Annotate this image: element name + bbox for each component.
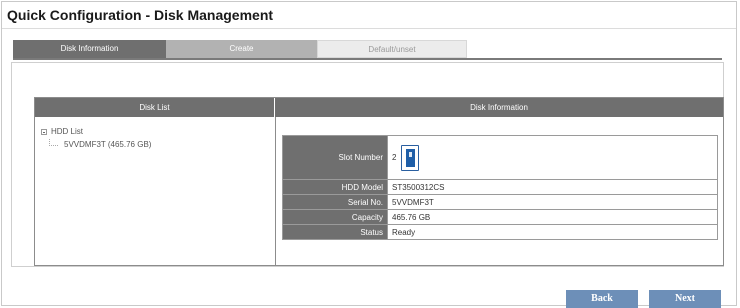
row-capacity: Capacity 465.76 GB xyxy=(282,209,718,225)
tab-default-unset[interactable]: Default/unset xyxy=(317,40,467,58)
disk-info-table: Slot Number 2 HDD Model ST3500312CS Seri… xyxy=(282,135,718,240)
tree-item-disk[interactable]: 5VVDMF3T (465.76 GB) xyxy=(49,139,152,149)
hdd-model-label: HDD Model xyxy=(282,179,388,195)
serial-label: Serial No. xyxy=(282,194,388,210)
tab-create[interactable]: Create xyxy=(166,40,317,58)
row-serial: Serial No. 5VVDMF3T xyxy=(282,194,718,210)
status-label: Status xyxy=(282,224,388,240)
disk-panel: Disk List Disk Information HDD List 5VVD… xyxy=(34,97,724,266)
slot-number-value: 2 xyxy=(392,153,397,162)
slot-number-cell: 2 xyxy=(387,135,718,180)
hdd-model-value: ST3500312CS xyxy=(387,179,718,195)
next-button[interactable]: Next xyxy=(649,290,721,308)
serial-value: 5VVDMF3T xyxy=(387,194,718,210)
status-value: Ready xyxy=(387,224,718,240)
tree-connector-icon xyxy=(49,139,58,146)
tab-disk-information[interactable]: Disk Information xyxy=(13,40,166,58)
hard-drive-icon xyxy=(401,144,420,171)
capacity-value: 465.76 GB xyxy=(387,209,718,225)
back-button[interactable]: Back xyxy=(566,290,638,308)
page-title: Quick Configuration - Disk Management xyxy=(7,7,274,23)
row-hdd-model: HDD Model ST3500312CS xyxy=(282,179,718,195)
row-slot: Slot Number 2 xyxy=(282,135,718,180)
panel-divider xyxy=(275,117,276,265)
disk-tree: HDD List 5VVDMF3T (465.76 GB) xyxy=(41,127,151,149)
row-status: Status Ready xyxy=(282,224,718,240)
disk-list-header: Disk List xyxy=(35,98,275,117)
title-divider xyxy=(2,28,736,29)
capacity-label: Capacity xyxy=(282,209,388,225)
tree-item-label: 5VVDMF3T (465.76 GB) xyxy=(64,140,152,149)
tree-root[interactable]: HDD List xyxy=(41,127,151,136)
tab-bar: Disk Information Create Default/unset xyxy=(13,40,467,58)
tree-root-label: HDD List xyxy=(51,127,84,136)
slot-number-label: Slot Number xyxy=(282,135,388,180)
tab-underline xyxy=(13,58,722,60)
collapse-icon[interactable] xyxy=(41,128,47,135)
disk-information-header: Disk Information xyxy=(275,98,723,117)
